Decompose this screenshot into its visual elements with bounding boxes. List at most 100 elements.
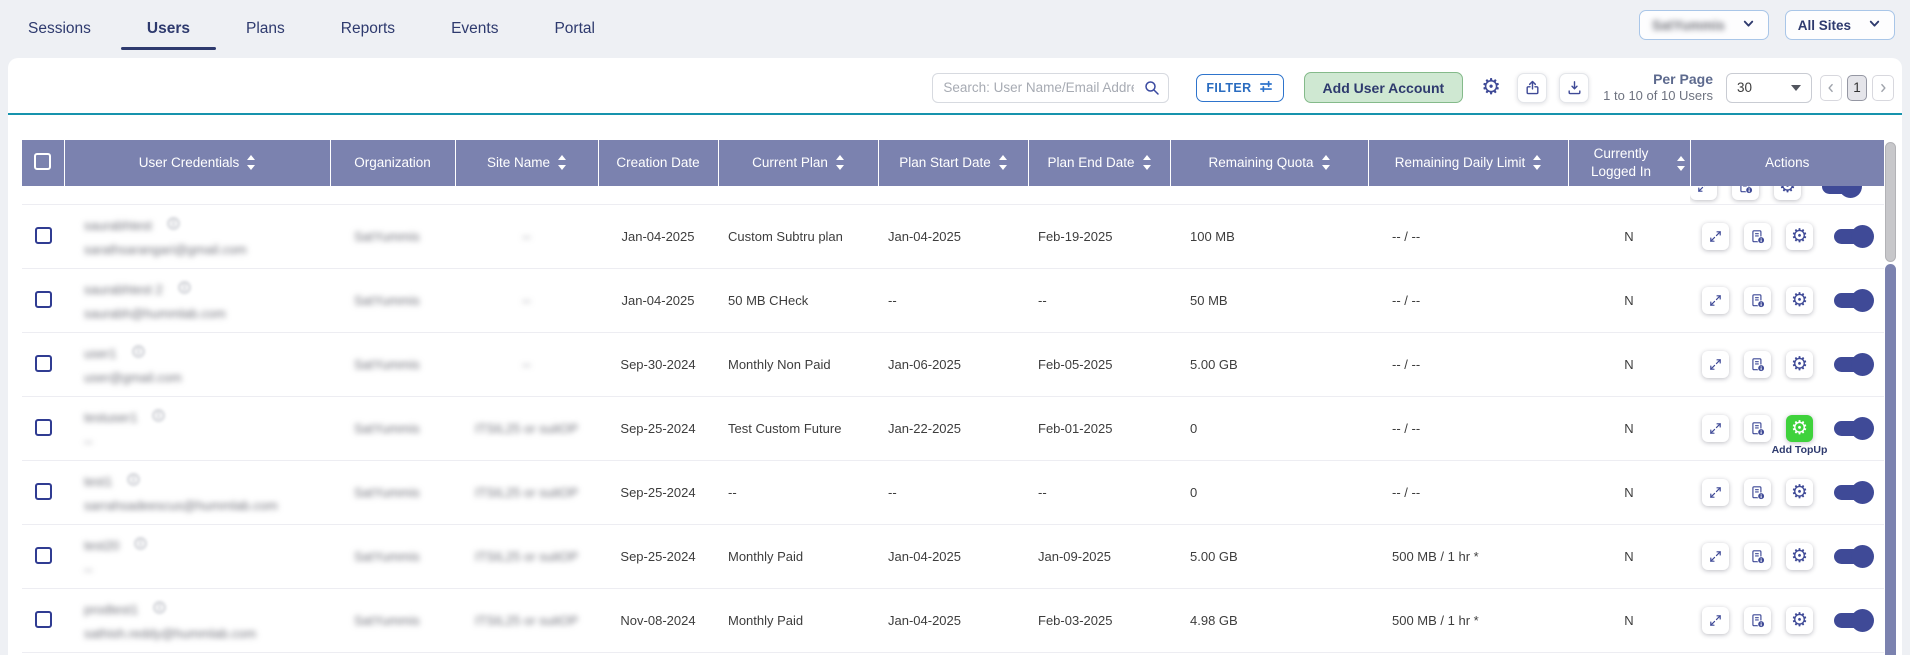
- expand-icon[interactable]: [1702, 351, 1729, 378]
- column-header-remaining-daily-limit[interactable]: Remaining Daily Limit: [1368, 140, 1568, 186]
- user-credentials-cell: testuser1 --: [64, 397, 330, 461]
- current-plan-cell: --: [718, 461, 878, 525]
- site-name-value: --: [522, 357, 531, 372]
- plan-end-date-cell: Feb-19-2025: [1028, 205, 1170, 269]
- remaining-quota-cell: 50 MB: [1170, 269, 1368, 333]
- add-user-account-button[interactable]: Add User Account: [1304, 72, 1464, 103]
- sort-arrows-icon[interactable]: [836, 155, 844, 170]
- row-checkbox[interactable]: [35, 227, 52, 244]
- user-settings-icon[interactable]: ⚙: [1774, 186, 1801, 200]
- user-info-icon[interactable]: [152, 600, 167, 618]
- partial-row-above: ⚙: [22, 186, 1884, 205]
- tab-users[interactable]: Users: [147, 0, 190, 58]
- sort-arrows-icon[interactable]: [558, 155, 566, 170]
- username: saurabhtest: [84, 218, 152, 233]
- organization-cell: SatYummis: [330, 397, 455, 461]
- add-topup-icon[interactable]: ⚙ Add TopUp: [1786, 415, 1813, 442]
- organization-value: SatYummis: [354, 293, 420, 308]
- row-checkbox[interactable]: [35, 355, 52, 372]
- column-header-currently-logged-in[interactable]: Currently Logged In: [1568, 140, 1690, 186]
- sort-arrows-icon[interactable]: [1322, 155, 1330, 170]
- column-label: Plan Start Date: [899, 154, 991, 172]
- user-info-icon[interactable]: [131, 344, 146, 362]
- status-toggle[interactable]: [1834, 549, 1872, 564]
- plan-info-icon[interactable]: [1744, 543, 1771, 570]
- tab-events[interactable]: Events: [451, 0, 498, 58]
- expand-icon[interactable]: [1702, 287, 1729, 314]
- user-settings-icon[interactable]: ⚙: [1786, 543, 1813, 570]
- column-header-plan-start-date[interactable]: Plan Start Date: [878, 140, 1028, 186]
- page-number-button[interactable]: 1: [1847, 75, 1867, 101]
- sort-arrows-icon[interactable]: [247, 155, 255, 170]
- row-checkbox[interactable]: [35, 419, 52, 436]
- status-toggle[interactable]: [1834, 485, 1872, 500]
- row-checkbox[interactable]: [35, 483, 52, 500]
- user-info-icon[interactable]: [151, 408, 166, 426]
- column-header-user-credentials[interactable]: User Credentials: [64, 140, 330, 186]
- expand-icon[interactable]: [1702, 415, 1729, 442]
- expand-icon[interactable]: [1690, 186, 1717, 200]
- top-navigation: Sessions Users Plans Reports Events Portal Sa…: [0, 0, 1910, 58]
- table-scrollbar[interactable]: [1885, 140, 1896, 655]
- status-toggle[interactable]: [1834, 421, 1872, 436]
- user-settings-icon[interactable]: ⚙: [1786, 351, 1813, 378]
- previous-page-button[interactable]: [1820, 75, 1842, 101]
- status-toggle[interactable]: [1834, 357, 1872, 372]
- plan-info-icon[interactable]: [1744, 479, 1771, 506]
- row-select-cell: [22, 205, 64, 269]
- column-header-site-name[interactable]: Site Name: [455, 140, 598, 186]
- scrollbar-thumb[interactable]: [1885, 142, 1896, 262]
- status-toggle[interactable]: [1834, 293, 1872, 308]
- plan-end-date-cell: --: [1028, 461, 1170, 525]
- plan-info-icon[interactable]: [1744, 223, 1771, 250]
- plan-info-icon[interactable]: [1732, 186, 1759, 200]
- row-checkbox[interactable]: [35, 611, 52, 628]
- plan-info-icon[interactable]: [1744, 351, 1771, 378]
- search-input[interactable]: [932, 73, 1169, 103]
- sort-arrows-icon[interactable]: [1677, 156, 1685, 171]
- column-header-remaining-quota[interactable]: Remaining Quota: [1170, 140, 1368, 186]
- user-settings-icon[interactable]: ⚙: [1786, 287, 1813, 314]
- organization-value: SatYummis: [354, 549, 420, 564]
- download-icon[interactable]: [1559, 73, 1589, 103]
- tab-reports[interactable]: Reports: [341, 0, 395, 58]
- sort-arrows-icon[interactable]: [999, 155, 1007, 170]
- sort-arrows-icon[interactable]: [1533, 155, 1541, 170]
- expand-icon[interactable]: [1702, 607, 1729, 634]
- row-checkbox[interactable]: [35, 547, 52, 564]
- plan-info-icon[interactable]: [1744, 287, 1771, 314]
- tab-portal[interactable]: Portal: [554, 0, 595, 58]
- user-info-icon[interactable]: [133, 536, 148, 554]
- user-settings-icon[interactable]: ⚙: [1786, 223, 1813, 250]
- user-info-icon[interactable]: [166, 216, 181, 234]
- user-info-icon[interactable]: [177, 280, 192, 298]
- sort-arrows-icon[interactable]: [1143, 155, 1151, 170]
- column-header-plan-end-date[interactable]: Plan End Date: [1028, 140, 1170, 186]
- user-settings-icon[interactable]: ⚙: [1786, 479, 1813, 506]
- next-page-button[interactable]: [1872, 75, 1894, 101]
- upload-icon[interactable]: [1517, 73, 1547, 103]
- plan-info-icon[interactable]: [1744, 415, 1771, 442]
- user-info-icon[interactable]: [126, 472, 141, 490]
- site-selector[interactable]: All Sites: [1785, 10, 1895, 40]
- plan-info-icon[interactable]: [1744, 607, 1771, 634]
- status-toggle[interactable]: [1834, 229, 1872, 244]
- row-checkbox[interactable]: [35, 291, 52, 308]
- expand-icon[interactable]: [1702, 479, 1729, 506]
- status-toggle[interactable]: [1834, 613, 1872, 628]
- status-toggle[interactable]: [1822, 186, 1860, 194]
- expand-icon[interactable]: [1702, 543, 1729, 570]
- filter-button[interactable]: FILTER: [1196, 74, 1283, 102]
- expand-icon[interactable]: [1702, 223, 1729, 250]
- tab-sessions[interactable]: Sessions: [28, 0, 91, 58]
- table-settings-gear-icon[interactable]: ⚙: [1477, 74, 1505, 102]
- row-select-cell: [22, 269, 64, 333]
- per-page-select[interactable]: 30: [1726, 73, 1812, 103]
- user-settings-icon[interactable]: ⚙: [1786, 607, 1813, 634]
- tab-plans[interactable]: Plans: [246, 0, 285, 58]
- select-all-checkbox[interactable]: [34, 153, 51, 170]
- organization-cell: SatYummis: [330, 461, 455, 525]
- search-icon[interactable]: [1143, 79, 1161, 102]
- column-header-current-plan[interactable]: Current Plan: [718, 140, 878, 186]
- organization-selector[interactable]: SatYummis: [1639, 10, 1769, 40]
